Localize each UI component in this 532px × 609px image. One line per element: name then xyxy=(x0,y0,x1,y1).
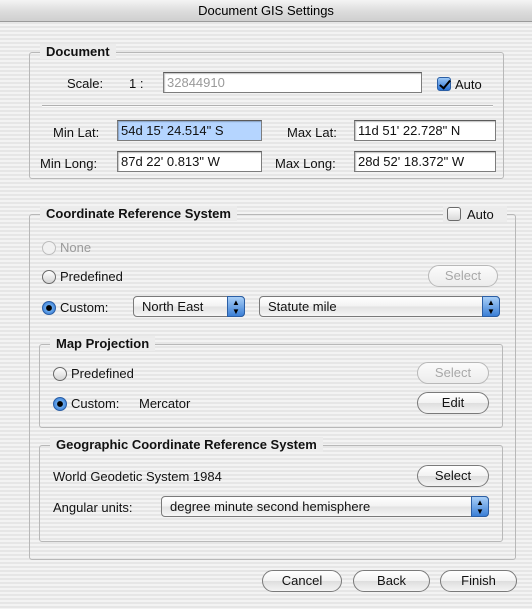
angular-units-label: Angular units: xyxy=(53,500,133,515)
orientation-arrows-icon: ▲ ▼ xyxy=(227,296,245,317)
max-long-label: Max Long: xyxy=(275,156,336,171)
crs-predefined-radio[interactable] xyxy=(42,270,56,284)
crs-custom-radio[interactable] xyxy=(42,301,56,315)
crs-auto-label: Auto xyxy=(467,207,494,222)
document-auto-label: Auto xyxy=(455,77,482,92)
crs-auto-checkbox[interactable] xyxy=(447,207,461,221)
scale-label: Scale: xyxy=(67,76,104,91)
projection-custom-radio[interactable] xyxy=(53,397,67,411)
crs-custom-label[interactable]: Custom: xyxy=(60,300,108,315)
document-legend: Document xyxy=(40,44,116,59)
units-popup[interactable]: Statute mile ▲ ▼ xyxy=(259,296,500,317)
crs-predefined-label[interactable]: Predefined xyxy=(60,269,123,284)
map-projection-legend: Map Projection xyxy=(50,336,156,351)
units-arrows-icon: ▲ ▼ xyxy=(482,296,500,317)
map-projection-group: Map Projection xyxy=(39,336,503,428)
units-value: Statute mile xyxy=(268,299,337,314)
scale-prefix: 1 : xyxy=(129,76,144,91)
max-lat-label: Max Lat: xyxy=(287,125,337,140)
angular-units-popup[interactable]: degree minute second hemisphere ▲ ▼ xyxy=(161,496,489,517)
geo-crs-select-button[interactable]: Select xyxy=(417,465,489,487)
min-long-input[interactable]: 87d 22' 0.813" W xyxy=(117,151,262,172)
projection-custom-label[interactable]: Custom: xyxy=(71,396,119,411)
document-separator xyxy=(42,105,493,107)
cancel-button[interactable]: Cancel xyxy=(262,570,342,592)
back-button[interactable]: Back xyxy=(353,570,430,592)
projection-predefined-label[interactable]: Predefined xyxy=(71,366,134,381)
max-long-input[interactable]: 28d 52' 18.372" W xyxy=(354,151,496,172)
window-titlebar[interactable]: Document GIS Settings xyxy=(0,0,532,22)
min-long-label: Min Long: xyxy=(40,156,98,171)
crs-auto-control[interactable]: Auto xyxy=(443,206,507,222)
crs-none-radio xyxy=(42,241,56,255)
geo-crs-legend: Geographic Coordinate Reference System xyxy=(50,437,323,452)
max-lat-input[interactable]: 11d 51' 22.728" N xyxy=(354,120,496,141)
scale-input[interactable]: 32844910 xyxy=(163,72,422,93)
orientation-value: North East xyxy=(142,299,204,314)
projection-select-button: Select xyxy=(417,362,489,384)
crs-select-button: Select xyxy=(428,265,498,287)
min-lat-label: Min Lat: xyxy=(53,125,100,140)
geo-crs-name: World Geodetic System 1984 xyxy=(53,469,222,484)
orientation-popup[interactable]: North East ▲ ▼ xyxy=(133,296,245,317)
projection-custom-value: Mercator xyxy=(139,396,191,411)
document-auto-checkbox[interactable] xyxy=(437,77,451,91)
projection-edit-button[interactable]: Edit xyxy=(417,392,489,414)
window-title: Document GIS Settings xyxy=(198,3,334,18)
angular-units-arrows-icon: ▲ ▼ xyxy=(471,496,489,517)
projection-predefined-radio[interactable] xyxy=(53,367,67,381)
geo-crs-group: Geographic Coordinate Reference System xyxy=(39,437,503,542)
finish-button[interactable]: Finish xyxy=(440,570,517,592)
crs-none-label: None xyxy=(60,240,92,255)
crs-legend: Coordinate Reference System xyxy=(40,206,237,221)
angular-units-value: degree minute second hemisphere xyxy=(170,499,371,514)
min-lat-input[interactable]: 54d 15' 24.514" S xyxy=(117,120,262,141)
